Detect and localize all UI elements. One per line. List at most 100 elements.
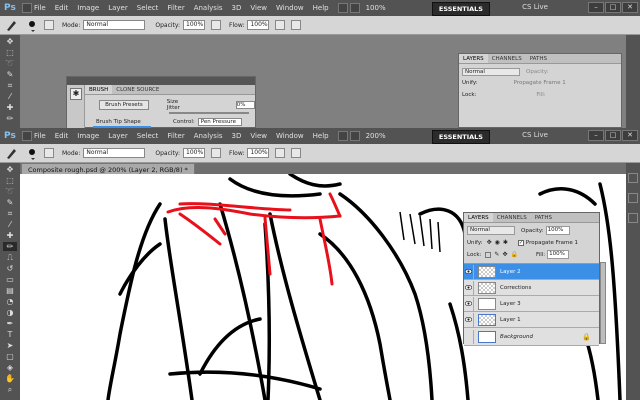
tab-brush[interactable]: BRUSH: [85, 85, 113, 94]
visibility-eye-icon[interactable]: [464, 296, 474, 311]
menu-view[interactable]: View: [250, 4, 267, 12]
history-brush-tool-icon[interactable]: ↺: [3, 264, 17, 273]
brush-size-icon[interactable]: [26, 18, 40, 32]
dock-history-icon[interactable]: [628, 193, 638, 203]
brush-presets-button[interactable]: Brush Presets: [99, 100, 149, 110]
clone-stamp-tool-icon[interactable]: ⎍: [3, 253, 17, 262]
unify-position-icon[interactable]: ✥: [487, 239, 492, 246]
hand-tool-side-icon[interactable]: ✋: [3, 374, 17, 383]
bridge-icon[interactable]: [22, 3, 32, 13]
lock-all-icon[interactable]: 🔒: [510, 251, 517, 258]
layers-scrollbar[interactable]: [600, 262, 606, 344]
brush-tool-side-icon[interactable]: ✏: [3, 114, 17, 123]
brush-tool-selected-icon[interactable]: ✏: [3, 242, 17, 251]
tab-clone-source[interactable]: CLONE SOURCE: [112, 85, 163, 94]
layer-row-background[interactable]: Background 🔒: [464, 328, 599, 346]
workspace-button-top[interactable]: ESSENTIALS: [431, 2, 490, 16]
crop-tool-icon[interactable]: ⌗: [3, 81, 17, 90]
control-select[interactable]: Pen Pressure: [197, 118, 242, 126]
cs-live-top[interactable]: CS Live: [522, 3, 548, 11]
lock-position-icon[interactable]: ✥: [502, 251, 507, 258]
minibridge-icon[interactable]: [337, 3, 348, 13]
tab-paths-top[interactable]: PATHS: [526, 54, 551, 63]
zoom-tool-icon[interactable]: ⌕: [3, 385, 17, 394]
type-tool-icon[interactable]: T: [3, 330, 17, 339]
propagate-label-top[interactable]: Propagate Frame 1: [514, 80, 566, 86]
menu-file[interactable]: File: [34, 4, 46, 12]
eraser-tool-icon[interactable]: ▭: [3, 275, 17, 284]
menu-layer[interactable]: Layer: [108, 4, 128, 12]
close-icon-front[interactable]: ✕: [622, 130, 638, 141]
layer-row-layer-2[interactable]: Layer 2: [464, 264, 599, 280]
tab-channels-top[interactable]: CHANNELS: [488, 54, 526, 63]
menu-select[interactable]: Select: [137, 4, 159, 12]
eyedropper-tool-icon[interactable]: ⁄: [3, 92, 17, 101]
menu-help[interactable]: Help: [313, 4, 329, 12]
pressure-opacity-icon-front[interactable]: [211, 148, 222, 158]
brush-panel-toggle-icon[interactable]: [44, 20, 54, 30]
tab-layers-top[interactable]: LAYERS: [459, 54, 488, 63]
lasso-tool-icon-front[interactable]: ➰: [3, 187, 17, 196]
propagate-checkbox[interactable]: ✓: [517, 239, 524, 246]
healing-tool-icon-front[interactable]: ✚: [3, 231, 17, 240]
airbrush-icon[interactable]: [275, 20, 286, 30]
zoom-level-top[interactable]: 100%: [366, 4, 386, 12]
cs-live[interactable]: CS Live: [522, 131, 548, 139]
hand-tool-icon-front[interactable]: [349, 131, 360, 141]
gradient-tool-icon[interactable]: ▤: [3, 286, 17, 295]
3d-rotate-tool-icon[interactable]: ◈: [3, 363, 17, 372]
layer-row-layer-3[interactable]: Layer 3: [464, 296, 599, 312]
maximize-icon-front[interactable]: □: [605, 130, 621, 141]
marquee-tool-icon-front[interactable]: ⬚: [3, 176, 17, 185]
flow-input[interactable]: 100%: [247, 20, 270, 30]
size-jitter-slider[interactable]: [169, 112, 249, 114]
menu-window-front[interactable]: Window: [276, 132, 304, 140]
pressure-size-icon[interactable]: [291, 20, 302, 30]
fill-input[interactable]: 100%: [547, 250, 570, 259]
visibility-eye-icon[interactable]: [464, 264, 474, 279]
unify-style-icon[interactable]: ✱: [503, 239, 508, 246]
tab-channels[interactable]: CHANNELS: [493, 213, 531, 222]
move-tool-icon[interactable]: ✥: [3, 37, 17, 46]
size-jitter-input[interactable]: 0%: [235, 101, 255, 109]
eyedropper-tool-icon-front[interactable]: ⁄: [3, 220, 17, 229]
marquee-tool-icon[interactable]: ⬚: [3, 48, 17, 57]
menu-image[interactable]: Image: [77, 4, 99, 12]
blend-mode-select[interactable]: Normal: [467, 226, 515, 235]
menu-view-front[interactable]: View: [250, 132, 267, 140]
opacity-input[interactable]: 100%: [183, 20, 206, 30]
bridge-icon-front[interactable]: [22, 131, 32, 141]
dock-adjustments-icon[interactable]: [628, 213, 638, 223]
airbrush-icon-front[interactable]: [275, 148, 286, 158]
menu-image-front[interactable]: Image: [77, 132, 99, 140]
mode-select[interactable]: Normal: [83, 20, 146, 30]
shape-tool-icon[interactable]: ▢: [3, 352, 17, 361]
opacity-input-front[interactable]: 100%: [183, 148, 206, 158]
lasso-tool-icon[interactable]: ➰: [3, 59, 17, 68]
pressure-opacity-icon[interactable]: [211, 20, 222, 30]
menu-3d-front[interactable]: 3D: [232, 132, 242, 140]
brush-icon[interactable]: ✱: [70, 88, 82, 100]
visibility-eye-icon-hidden[interactable]: [464, 329, 474, 344]
quick-select-tool-icon[interactable]: ✎: [3, 70, 17, 79]
path-select-tool-icon[interactable]: ➤: [3, 341, 17, 350]
quick-select-tool-icon-front[interactable]: ✎: [3, 198, 17, 207]
menu-filter-front[interactable]: Filter: [167, 132, 184, 140]
brush-panel-toggle-icon-front[interactable]: [44, 148, 54, 158]
brush-tool-icon-front[interactable]: [4, 146, 22, 160]
brush-tool-icon[interactable]: [4, 18, 22, 32]
pressure-size-icon-front[interactable]: [291, 148, 302, 158]
workspace-button[interactable]: ESSENTIALS: [431, 130, 490, 144]
tab-layers[interactable]: LAYERS: [464, 213, 493, 222]
brush-size-icon-front[interactable]: [26, 146, 40, 160]
visibility-eye-icon[interactable]: [464, 280, 474, 295]
brush-tip-shape-item[interactable]: Brush Tip Shape: [93, 118, 151, 126]
pen-tool-icon[interactable]: ✒: [3, 319, 17, 328]
menu-3d[interactable]: 3D: [232, 4, 242, 12]
menu-edit-front[interactable]: Edit: [55, 132, 69, 140]
unify-visibility-icon[interactable]: ◉: [495, 239, 500, 246]
menu-layer-front[interactable]: Layer: [108, 132, 128, 140]
zoom-level[interactable]: 200%: [366, 132, 386, 140]
close-icon[interactable]: ✕: [622, 2, 638, 13]
menu-edit[interactable]: Edit: [55, 4, 69, 12]
